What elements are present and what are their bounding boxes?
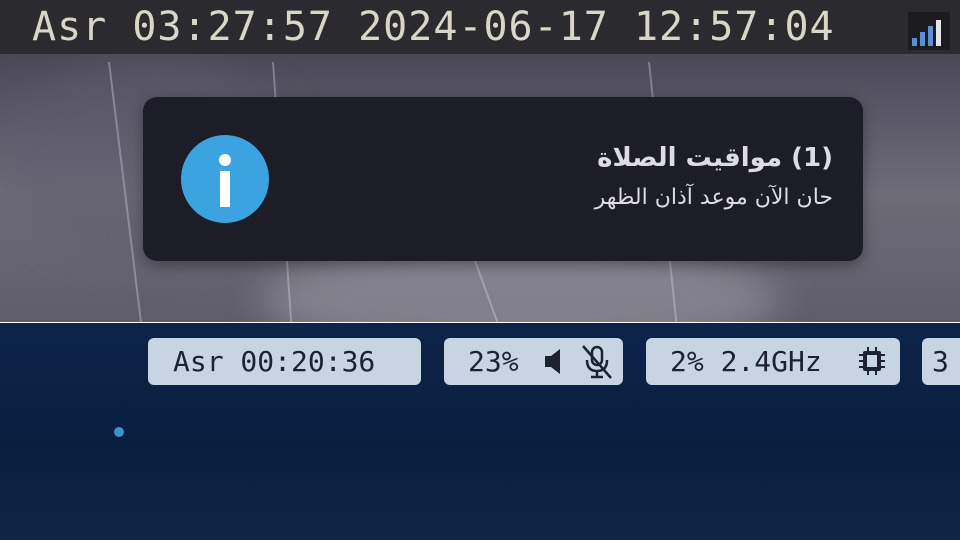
notification-title: (1) مواقيت الصلاة [597,143,833,173]
status-bar: Asr 03:27:57 2024-06-17 12:57:04 [0,0,960,54]
desktop-top-panel: Asr 03:27:57 2024-06-17 12:57:04 (1) موا… [0,0,960,322]
info-icon [181,135,269,223]
notification-body: حان الآن موعد آذان الظهر [594,185,833,210]
volume-level: 23% [468,345,519,378]
overflow-pill[interactable]: 3 [922,338,960,385]
desktop-dot [114,427,124,437]
cpu-chip-icon [856,338,888,399]
mic-muted-icon[interactable] [580,338,614,399]
prayer-countdown-text: Asr 00:20:36 [173,345,376,378]
prayer-countdown-pill[interactable]: Asr 00:20:36 [148,338,421,385]
signal-strength-icon[interactable] [908,12,950,50]
cpu-usage-text: 2% 2.4GHz [670,345,822,378]
notification-popup[interactable]: (1) مواقيت الصلاة حان الآن موعد آذان الظ… [143,97,863,261]
speaker-icon[interactable] [542,338,568,399]
desktop-bottom-panel: Asr 00:20:36 23% 2% 2.4GHz 3 [0,323,960,540]
overflow-pill-text: 3 [932,345,949,378]
cpu-pill[interactable]: 2% 2.4GHz [646,338,900,385]
audio-pill[interactable]: 23% [444,338,623,385]
prayer-clock-datetime: Asr 03:27:57 2024-06-17 12:57:04 [32,4,835,50]
